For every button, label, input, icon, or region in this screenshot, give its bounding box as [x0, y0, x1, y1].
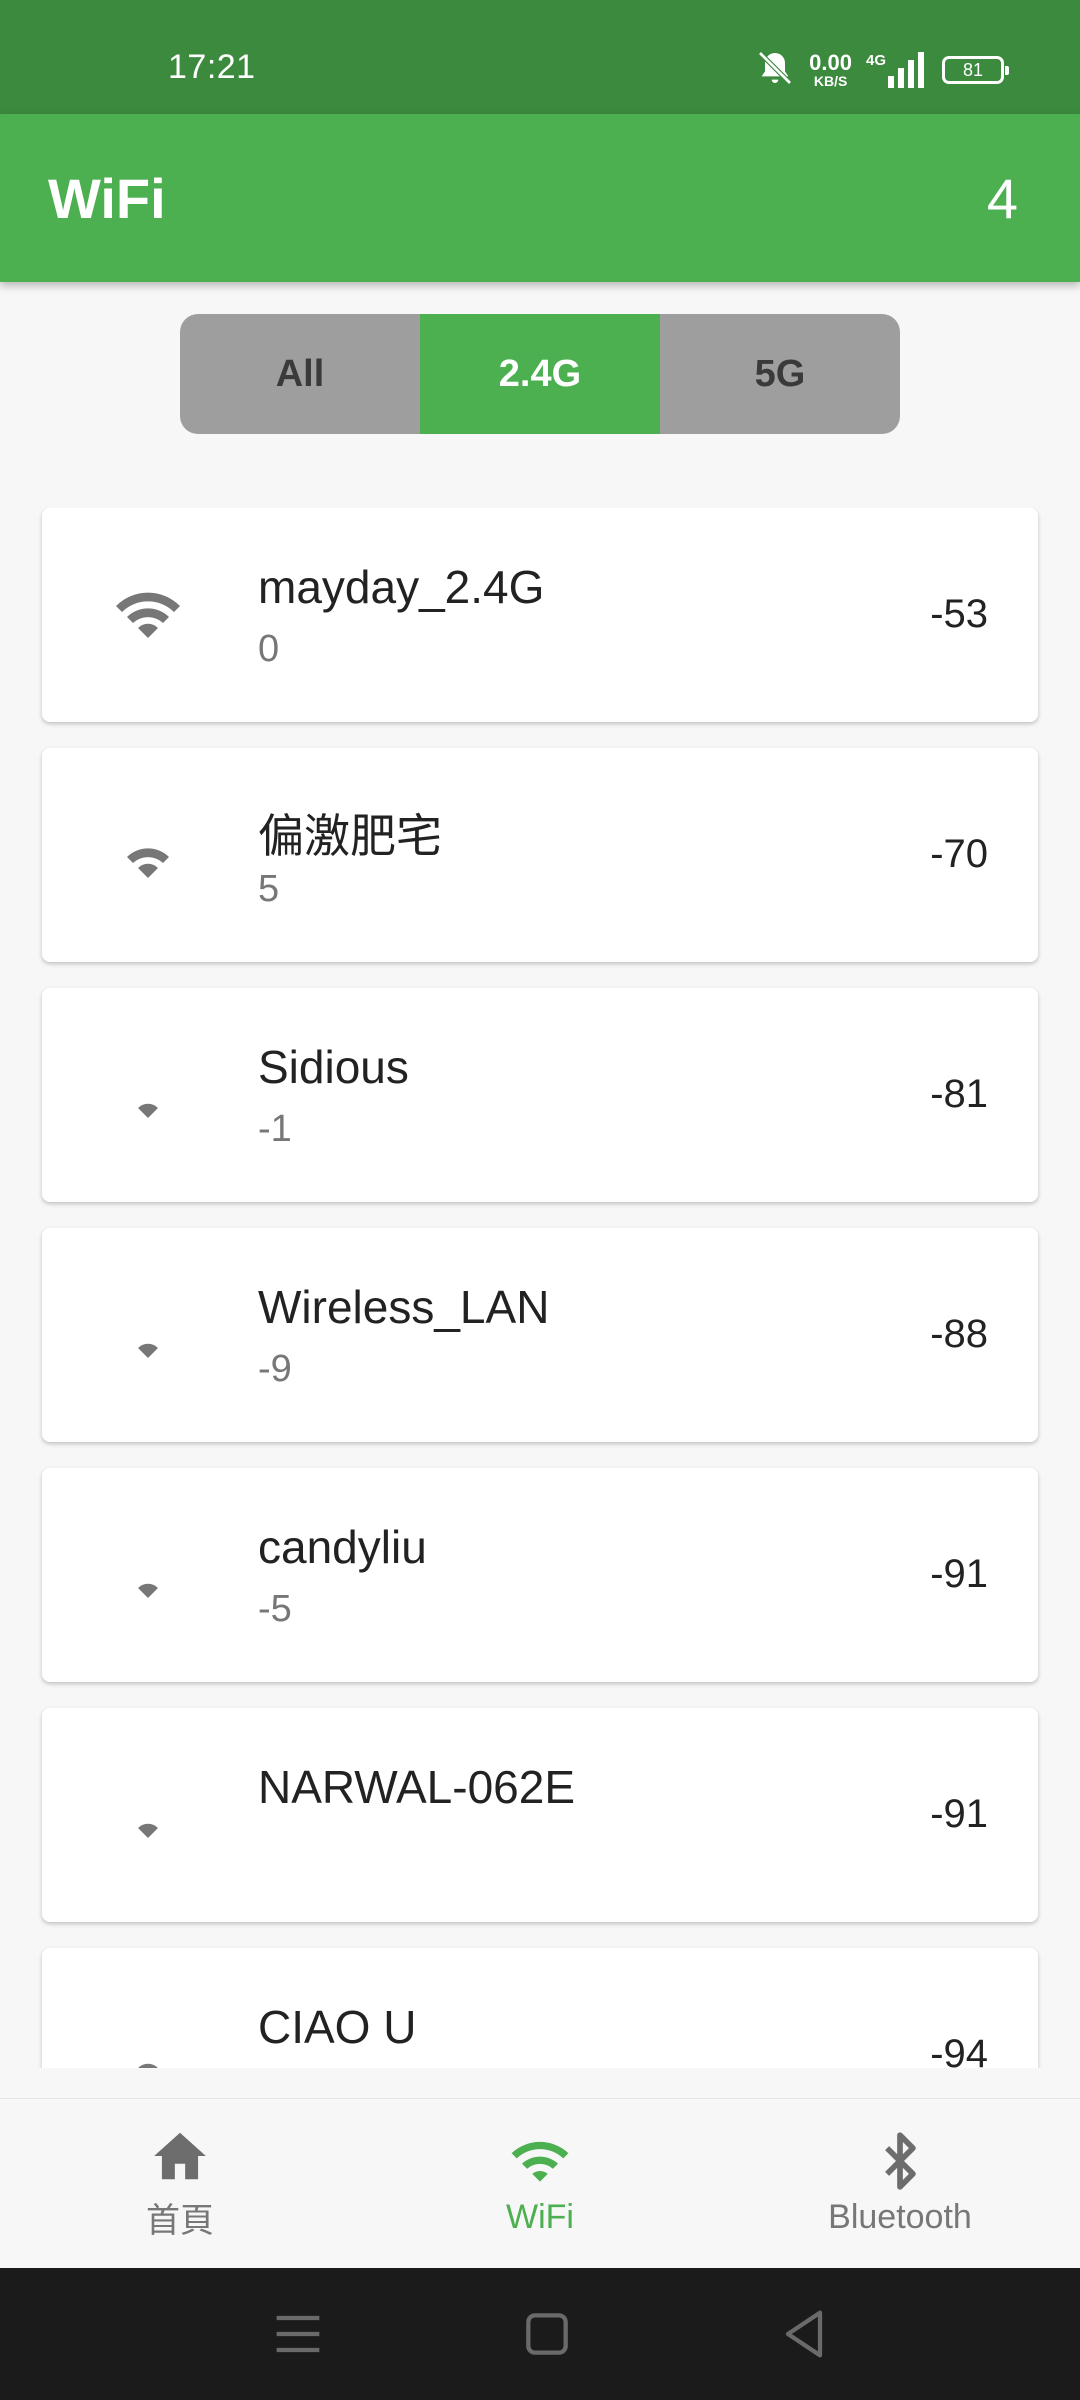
network-rssi: -53 [930, 592, 988, 636]
network-ssid: 偏激肥宅 [258, 810, 442, 862]
network-ssid: Sidious [258, 1041, 409, 1093]
status-time: 17:21 [168, 48, 256, 86]
network-card-2[interactable]: 偏激肥宅 5 -70 [42, 748, 1038, 962]
filter-2-4g[interactable]: 2.4G [420, 314, 660, 434]
nav-wifi[interactable]: WiFi [360, 2099, 720, 2268]
home-button-icon[interactable] [515, 2302, 579, 2366]
wifi-strength-icon [138, 1103, 158, 1118]
status-bar: 17:21 0.00 KB/S 4G 81 [0, 0, 1080, 114]
network-card-wireless-lan[interactable]: Wireless_LAN -9 -88 [42, 1228, 1038, 1442]
network-channel: -9 [258, 1348, 292, 1390]
network-card-narwal[interactable]: NARWAL-062E -91 [42, 1708, 1038, 1922]
status-icons: 0.00 KB/S 4G 81 [755, 48, 1009, 93]
wifi-strength-icon [138, 2063, 158, 2068]
network-ssid: mayday_2.4G [258, 561, 545, 613]
bluetooth-icon [885, 2132, 916, 2190]
network-ssid: NARWAL-062E [258, 1761, 576, 1813]
network-card-candyliu[interactable]: candyliu -5 -91 [42, 1468, 1038, 1682]
network-rssi: -81 [930, 1072, 988, 1116]
nav-home[interactable]: 首頁 [0, 2099, 360, 2268]
menu-icon[interactable] [266, 2302, 330, 2366]
network-ssid: CIAO U [258, 2001, 417, 2053]
wifi-strength-icon [138, 1583, 158, 1598]
network-rssi: -91 [930, 1552, 988, 1596]
net-speed: 0.00 KB/S [809, 50, 852, 89]
back-icon[interactable] [772, 2302, 836, 2366]
bottom-nav: 首頁 WiFi Bluetooth [0, 2098, 1080, 2268]
network-channel: -5 [258, 1588, 292, 1630]
wifi-strength-icon [127, 848, 169, 878]
mute-icon [755, 48, 795, 93]
system-nav-bar [0, 2268, 1080, 2400]
wifi-strength-icon [116, 592, 180, 638]
network-card-mayday[interactable]: mayday_2.4G 0 -53 [42, 508, 1038, 722]
network-rssi: -91 [930, 1792, 988, 1836]
network-rssi: -94 [930, 2032, 988, 2068]
cell-signal-icon: 4G [866, 52, 928, 88]
filter-all[interactable]: All [180, 314, 420, 434]
network-card-ciao-u[interactable]: CIAO U -94 [42, 1948, 1038, 2068]
network-ssid: Wireless_LAN [258, 1281, 550, 1333]
network-rssi: -88 [930, 1312, 988, 1356]
wifi-strength-icon [138, 1823, 158, 1838]
band-filter: All 2.4G 5G [180, 314, 900, 434]
wifi-strength-icon [138, 1343, 158, 1358]
network-ssid: candyliu [258, 1521, 427, 1573]
network-list: mayday_2.4G 0 -53 偏激肥宅 5 -70 Sidious -1 … [0, 508, 1080, 2068]
network-card-sidious[interactable]: Sidious -1 -81 [42, 988, 1038, 1202]
filter-5g[interactable]: 5G [660, 314, 900, 434]
page-title: WiFi [48, 167, 166, 230]
network-rssi: -70 [930, 832, 988, 876]
network-channel: 5 [258, 868, 280, 910]
network-channel: 0 [258, 628, 280, 670]
nav-bluetooth[interactable]: Bluetooth [720, 2099, 1080, 2268]
network-channel: -1 [258, 1108, 292, 1150]
wifi-icon [511, 2141, 569, 2182]
battery-icon: 81 [942, 56, 1009, 84]
network-count: 4 [986, 167, 1018, 230]
home-icon [154, 2132, 206, 2180]
app-bar: WiFi 4 [0, 114, 1080, 282]
